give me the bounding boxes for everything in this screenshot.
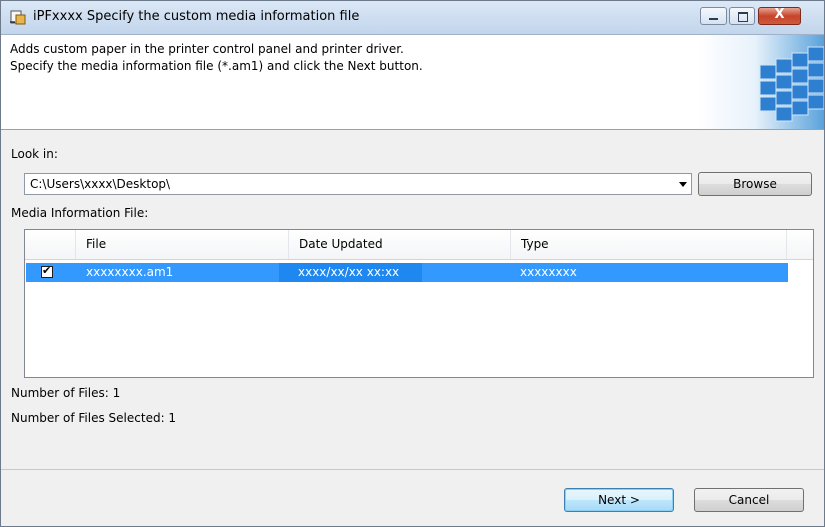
minimize-button[interactable] — [700, 7, 727, 25]
checkmark-icon: ✔ — [42, 264, 52, 277]
next-button[interactable]: Next > — [564, 488, 674, 512]
column-header-date[interactable]: Date Updated — [289, 230, 511, 259]
number-of-files-selected: Number of Files Selected: 1 — [11, 411, 177, 425]
look-in-path-value: C:\Users\xxxx\Desktop\ — [30, 177, 171, 191]
window-title: iPFxxxx Specify the custom media informa… — [33, 9, 360, 24]
table-row[interactable]: ✔ xxxxxxxx.am1 xxxx/xx/xx xx:xx xxxxxxxx — [26, 263, 788, 282]
number-of-files: Number of Files: 1 — [11, 386, 121, 400]
minimize-icon — [709, 18, 718, 20]
dialog-window: iPFxxxx Specify the custom media informa… — [0, 0, 825, 527]
column-header-type-label: Type — [521, 237, 549, 251]
row-checkbox[interactable]: ✔ — [41, 264, 53, 278]
file-cell: xxxxxxxx.am1 — [86, 265, 174, 279]
column-header-check[interactable] — [25, 230, 76, 259]
maximize-button[interactable] — [729, 7, 755, 25]
browse-button[interactable]: Browse — [698, 172, 812, 196]
column-header-date-label: Date Updated — [299, 237, 383, 251]
column-header-type[interactable]: Type — [511, 230, 787, 259]
media-file-list[interactable]: File Date Updated Type ✔ xxxxxxxx.am1 xx… — [24, 229, 814, 378]
app-icon — [10, 10, 26, 25]
media-info-file-label: Media Information File: — [11, 206, 149, 220]
header-banner: Adds custom paper in the printer control… — [1, 35, 824, 130]
look-in-label: Look in: — [11, 147, 58, 161]
column-header-file-label: File — [86, 237, 107, 251]
look-in-path-combo[interactable]: C:\Users\xxxx\Desktop\ — [24, 173, 692, 195]
chevron-down-icon[interactable] — [679, 182, 687, 187]
type-cell: xxxxxxxx — [520, 265, 577, 279]
list-header: File Date Updated Type — [25, 230, 813, 260]
date-cell: xxxx/xx/xx xx:xx — [298, 265, 400, 279]
maximize-icon — [738, 12, 748, 22]
column-header-file[interactable]: File — [76, 230, 289, 259]
banner-line-2: Specify the media information file (*.am… — [10, 59, 423, 73]
banner-description: Adds custom paper in the printer control… — [10, 41, 423, 75]
cancel-button[interactable]: Cancel — [694, 488, 804, 512]
close-icon: X — [774, 7, 785, 22]
title-bar[interactable]: iPFxxxx Specify the custom media informa… — [1, 1, 824, 35]
banner-line-1: Adds custom paper in the printer control… — [10, 42, 404, 56]
footer-divider — [1, 469, 824, 470]
close-button[interactable]: X — [758, 7, 801, 25]
paper-stack-illustration — [698, 35, 824, 129]
